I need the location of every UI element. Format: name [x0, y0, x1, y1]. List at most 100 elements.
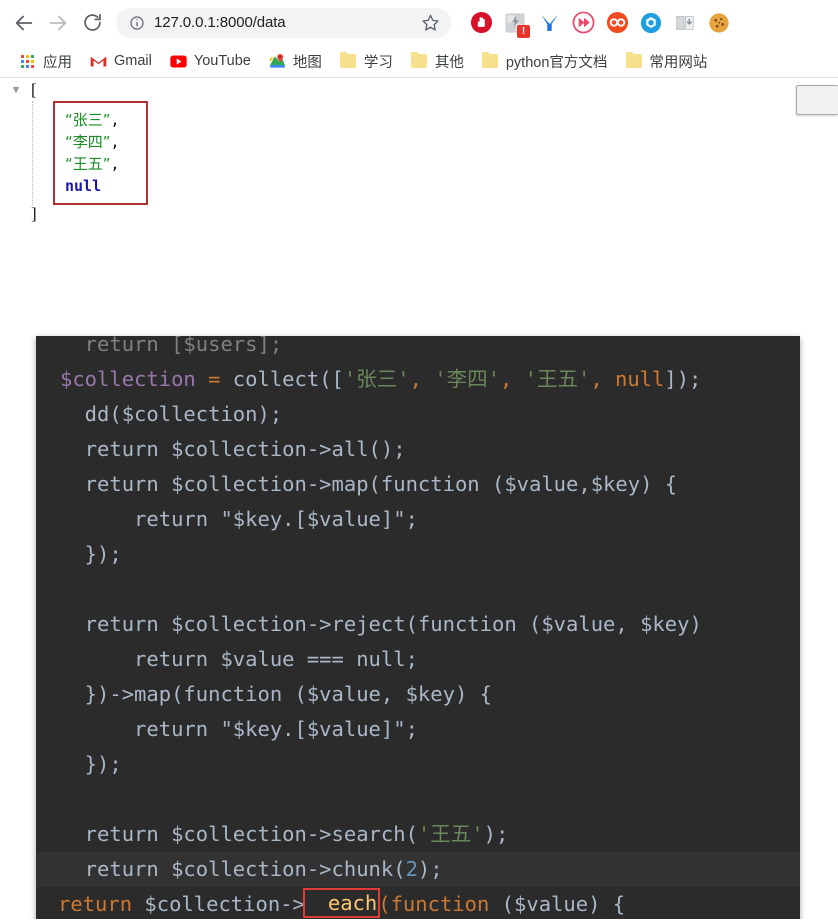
bookmark-maps[interactable]: 地图 [260, 48, 331, 74]
reload-button[interactable] [76, 7, 108, 39]
info-circle-icon[interactable] [128, 14, 146, 32]
code-line: return "$key.[$value]"; [36, 502, 800, 537]
code-token: return "$key.[$value]"; [60, 507, 418, 531]
json-item: null [65, 175, 120, 197]
code-token: '王五' [524, 367, 591, 391]
code-line: }); [36, 537, 800, 572]
code-token: , [590, 367, 603, 391]
hexagon-icon[interactable] [639, 11, 663, 35]
bookmarks-bar: 应用 Gmail YouTube 地图 学习 其他 python官方文档 常用网… [0, 45, 838, 78]
bookmark-folder-study[interactable]: 学习 [331, 48, 402, 74]
yandex-icon[interactable] [537, 11, 561, 35]
code-line: return $collection->search('王五'); [36, 817, 800, 852]
browser-toolbar: 127.0.0.1:8000/data ! [0, 0, 838, 45]
json-value: null [65, 177, 102, 195]
bookmark-gmail[interactable]: Gmail [81, 48, 161, 74]
bookmark-label: Gmail [114, 53, 152, 69]
forward-button[interactable] [42, 7, 74, 39]
code-token: return "$key.[$value]"; [60, 717, 418, 741]
code-token: null [615, 367, 665, 391]
code-token: 2 [405, 857, 418, 881]
json-value: “李四” [65, 133, 111, 151]
code-line: return $value === null; [36, 642, 800, 677]
json-comma: , [110, 155, 120, 173]
arrow-right-icon [49, 15, 67, 30]
adblock-icon[interactable] [469, 11, 493, 35]
bookmark-label: python官方文档 [505, 54, 608, 71]
youtube-icon [170, 53, 187, 70]
highlighted-token: each [302, 888, 381, 918]
code-token: return $collection->all(); [60, 437, 406, 461]
code-token: , [499, 367, 513, 391]
code-token: ); [483, 822, 509, 846]
json-close-row: ] [31, 205, 148, 225]
code-line: return "$key.[$value]"; [36, 712, 800, 747]
code-token: ) { [588, 892, 626, 916]
bookmark-label: 应用 [43, 54, 72, 71]
star-icon[interactable] [419, 12, 441, 34]
json-items-wrap: “张三”, “李四”, “王五”, null [31, 101, 148, 205]
infinity-icon[interactable] [605, 11, 629, 35]
gmail-icon [90, 53, 107, 70]
reload-icon [83, 13, 101, 31]
bookmark-folder-other[interactable]: 其他 [402, 48, 473, 74]
folder-icon [411, 52, 428, 70]
cookie-icon[interactable] [707, 11, 731, 35]
bookmark-folder-common-sites[interactable]: 常用网站 [616, 48, 716, 74]
code-token: return $collection->reject(function ($va… [60, 612, 702, 636]
json-value: “王五” [65, 155, 111, 173]
code-line: dd($collection); [36, 397, 800, 432]
code-line: return [$users]; [36, 336, 800, 362]
code-token: ( [378, 892, 391, 916]
bookmark-label: YouTube [193, 53, 251, 69]
json-value: “张三” [65, 111, 111, 129]
json-item: “王五”, [65, 153, 120, 175]
code-line: return $collection->chunk(2); [36, 852, 800, 887]
fast-forward-icon[interactable] [571, 11, 595, 35]
json-viewer: ▼ [ “张三”, “李四”, “王五”, null ] [0, 81, 148, 225]
download-book-icon[interactable] [673, 11, 697, 35]
code-line: })->map(function ($value, $key) { [36, 677, 800, 712]
code-line: return $collection->reject(function ($va… [36, 607, 800, 642]
code-line: return $collection->all(); [36, 432, 800, 467]
extension-badge: ! [517, 24, 530, 38]
tampermonkey-icon[interactable]: ! [503, 11, 530, 38]
json-close-bracket: ] [31, 204, 37, 223]
code-line: return $collection->map(function ($value… [36, 467, 800, 502]
code-token: $value [514, 892, 589, 916]
page-overlay-box[interactable] [796, 85, 838, 115]
folder-icon [482, 52, 499, 70]
code-token: return $value === null; [60, 647, 418, 671]
json-comma: , [110, 111, 120, 129]
code-token: '王五' [417, 822, 484, 846]
folder-icon [625, 52, 642, 70]
back-button[interactable] [8, 7, 40, 39]
code-token: return [$users]; [60, 336, 283, 356]
json-comma: , [110, 133, 120, 151]
folder-icon [340, 52, 357, 70]
extensions-area: ! [469, 11, 733, 38]
triangle-down-icon[interactable]: ▼ [8, 81, 24, 99]
code-token: ( [489, 892, 515, 916]
code-token: ); [417, 857, 443, 881]
bookmark-label: 常用网站 [649, 54, 708, 71]
code-line: $collection = collect(['张三', '李四', '王五',… [36, 362, 800, 397]
json-items-highlight-box: “张三”, “李四”, “王五”, null [53, 101, 148, 205]
code-line: return $collection-> each(function ($valu… [36, 887, 800, 919]
bookmark-label: 学习 [363, 54, 393, 71]
bookmark-folder-python-docs[interactable]: python官方文档 [473, 48, 617, 74]
code-line: }); [36, 747, 800, 782]
bookmark-youtube[interactable]: YouTube [161, 48, 260, 74]
json-root-row: ▼ [ [0, 81, 148, 101]
code-token: '李四' [434, 367, 500, 391]
browser-chrome: 127.0.0.1:8000/data ! 应用 Gmail YouTube 地… [0, 0, 838, 78]
code-lines: return [$users]; $collection = collect(['… [36, 336, 800, 919]
code-token: return $collection->map(function ($value… [60, 472, 678, 496]
bookmark-apps[interactable]: 应用 [10, 48, 81, 74]
address-bar[interactable]: 127.0.0.1:8000/data [116, 7, 451, 38]
